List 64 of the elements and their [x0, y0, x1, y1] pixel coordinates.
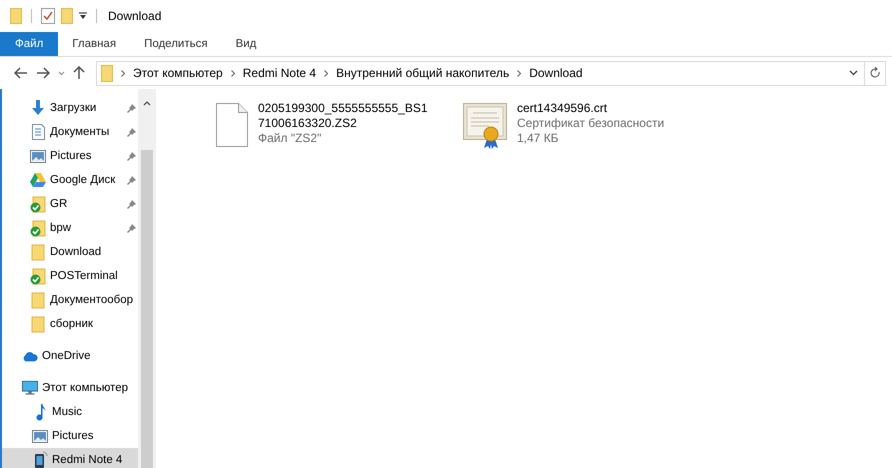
- file-name: cert14349596.crt: [517, 101, 608, 116]
- nav-item[interactable]: сборник: [2, 312, 138, 336]
- certificate-icon: [463, 103, 507, 149]
- nav-item[interactable]: Redmi Note 4: [2, 448, 138, 468]
- drive-triangle-icon: [30, 173, 46, 187]
- file-item[interactable]: 0205199300_5555555555_BS171006163320.ZS2 Файл "ZS2": [216, 99, 446, 149]
- download-arrow-icon: [31, 100, 45, 116]
- chevron-icon: [121, 70, 125, 76]
- file-type: Сертификат безопасности: [517, 116, 666, 131]
- nav-item[interactable]: Загрузки: [2, 96, 138, 120]
- file-item[interactable]: cert14349596.crt Сертификат безопасности 1,47 КБ: [463, 99, 693, 151]
- nav-item[interactable]: Pictures: [2, 144, 138, 168]
- customize-toolbar-icon[interactable]: [79, 12, 87, 20]
- chevron-icon: [230, 70, 235, 76]
- scrollbar-thumb[interactable]: [141, 150, 153, 468]
- synced-folder-icon: [30, 196, 46, 212]
- ribbon-tab[interactable]: Главная: [58, 32, 130, 56]
- breadcrumb[interactable]: Redmi Note 4: [238, 66, 320, 80]
- file-type: Файл "ZS2": [258, 131, 322, 146]
- breadcrumb[interactable]: Этот компьютер: [129, 66, 227, 80]
- nav-item[interactable]: GR: [2, 192, 138, 216]
- nav-item[interactable]: Google Диск: [2, 168, 138, 192]
- properties-icon[interactable]: [41, 8, 55, 24]
- dropdown-chevron-icon[interactable]: [849, 70, 858, 76]
- folder-icon: [31, 244, 45, 260]
- ribbon-tab[interactable]: Поделиться: [130, 32, 222, 56]
- breadcrumb[interactable]: Внутренний общий накопитель: [332, 66, 514, 80]
- window-title: Download: [107, 9, 162, 23]
- breadcrumb[interactable]: Download: [525, 66, 587, 80]
- nav-item[interactable]: Pictures: [2, 424, 138, 448]
- picture-icon: [30, 150, 46, 162]
- up-arrow-icon[interactable]: [73, 66, 85, 80]
- file-size: 1,47 КБ: [517, 131, 560, 146]
- scroll-up-icon[interactable]: [143, 101, 151, 106]
- nav-item[interactable]: POSTerminal: [2, 264, 138, 288]
- forward-arrow-icon[interactable]: [36, 67, 50, 79]
- back-arrow-icon[interactable]: [14, 67, 28, 79]
- address-field[interactable]: Этот компьютер Redmi Note 4 Внутренний общий накопитель Download: [96, 60, 886, 86]
- synced-folder-icon: [30, 220, 46, 236]
- file-name: 0205199300_5555555555_BS171006163320.ZS2: [258, 101, 429, 131]
- nav-item[interactable]: Download: [2, 240, 138, 264]
- chevron-icon: [517, 70, 522, 76]
- nav-item[interactable]: Music: [2, 400, 138, 424]
- folder-icon: [31, 316, 45, 332]
- picture-icon: [32, 430, 48, 442]
- cloud-icon: [22, 350, 38, 362]
- chevron-icon: [324, 70, 328, 76]
- folder-icon: [31, 292, 45, 308]
- phone-icon: [32, 451, 48, 468]
- nav-item[interactable]: Этот компьютер: [2, 376, 138, 400]
- music-note-icon: [34, 404, 46, 420]
- ribbon-tab[interactable]: Вид: [222, 32, 270, 56]
- nav-item[interactable]: bpw: [2, 216, 138, 240]
- synced-folder-icon: [30, 268, 46, 284]
- nav-item[interactable]: OneDrive: [2, 344, 138, 368]
- nav-item[interactable]: Документообор: [2, 288, 138, 312]
- computer-icon: [22, 380, 38, 396]
- refresh-icon[interactable]: [870, 67, 880, 79]
- document-icon: [32, 124, 44, 140]
- nav-item[interactable]: Документы: [2, 120, 138, 144]
- blank-file-icon: [216, 103, 248, 147]
- file-menu-button[interactable]: Файл: [0, 32, 58, 56]
- recent-locations-icon[interactable]: [58, 70, 64, 76]
- folder-icon: [101, 64, 113, 82]
